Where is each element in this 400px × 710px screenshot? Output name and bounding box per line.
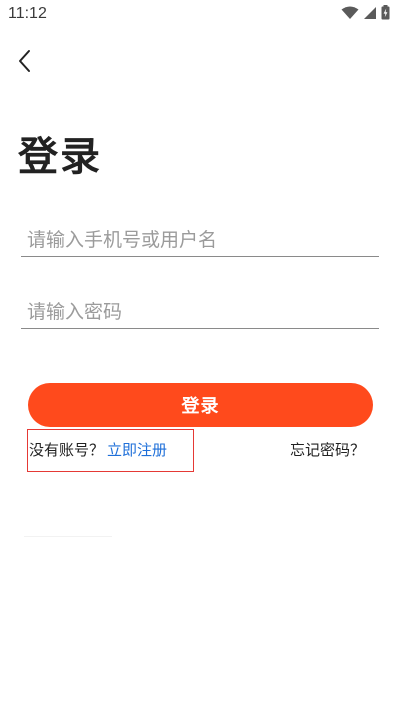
login-screen: 11:12 登录 请输入手机号或用户名 登录 没有账号？ 立即注册 忘记密码？ bbox=[0, 0, 400, 710]
divider bbox=[24, 536, 112, 537]
password-input[interactable] bbox=[21, 295, 379, 329]
page-title: 登录 bbox=[18, 134, 102, 180]
cellular-signal-icon bbox=[363, 5, 377, 24]
no-account-text: 没有账号？ bbox=[29, 441, 105, 459]
register-link[interactable]: 立即注册 bbox=[107, 441, 167, 459]
forgot-password-link[interactable]: 忘记密码？ bbox=[290, 439, 365, 460]
status-icons bbox=[341, 4, 390, 24]
username-input[interactable] bbox=[21, 223, 379, 257]
status-bar: 11:12 bbox=[0, 0, 400, 28]
chevron-left-icon bbox=[10, 50, 40, 80]
back-button[interactable] bbox=[10, 46, 40, 76]
battery-charging-icon bbox=[381, 4, 390, 24]
wifi-icon bbox=[341, 5, 359, 24]
status-time: 11:12 bbox=[8, 5, 47, 22]
register-row: 没有账号？ 立即注册 bbox=[29, 439, 167, 460]
login-button[interactable]: 登录 bbox=[28, 383, 373, 427]
